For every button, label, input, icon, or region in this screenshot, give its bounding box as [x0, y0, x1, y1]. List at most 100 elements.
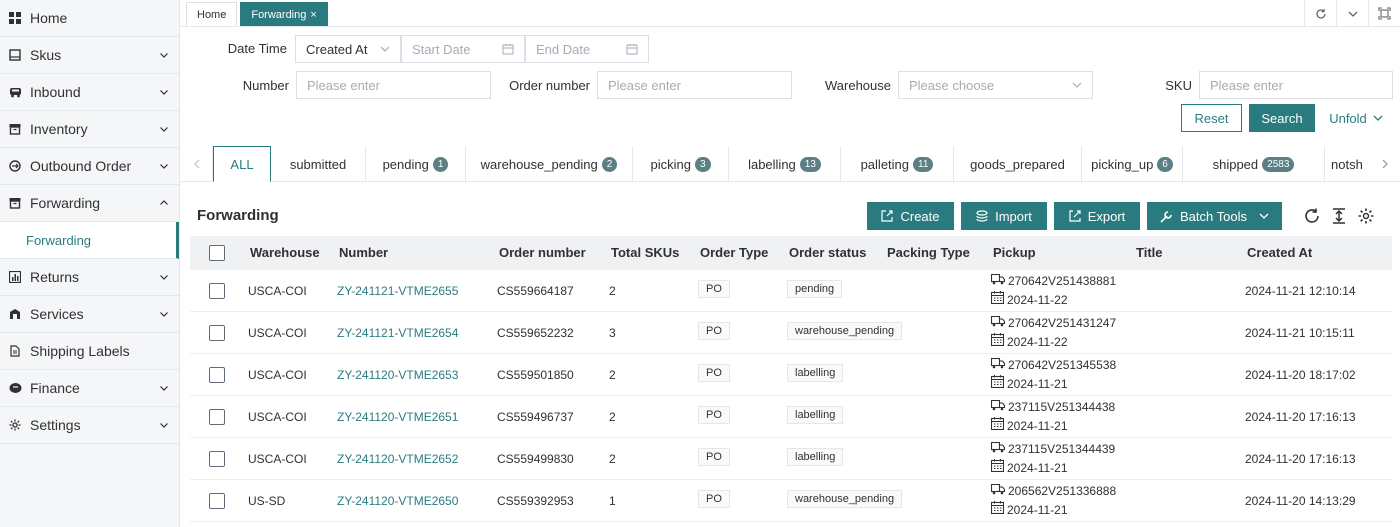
sidebar-item-home[interactable]: Home [0, 0, 179, 37]
sidebar-item-inbound[interactable]: Inbound [0, 74, 179, 111]
status-tab-palleting[interactable]: palleting 11 [841, 146, 954, 182]
tab-home-label: Home [197, 8, 227, 21]
status-badge: labelling [787, 406, 844, 424]
sidebar: Home Skus Inbound Inventory Outbound Order Fo… [0, 0, 180, 527]
status-count-badge: 11 [913, 156, 934, 172]
sidebar-item-returns[interactable]: Returns [0, 259, 179, 296]
order-number-input[interactable]: Please enter [597, 71, 792, 99]
status-tab-pending[interactable]: pending 1 [366, 146, 466, 182]
status-tab-label: picking [650, 156, 691, 172]
export-button[interactable]: Export [1054, 202, 1140, 230]
sidebar-item-finance[interactable]: Finance [0, 370, 179, 407]
warehouse-placeholder: Please choose [909, 77, 995, 93]
table-row[interactable]: USCA-COI ZY-241120-VTME2653 CS559501850 2 PO… [190, 354, 1392, 396]
status-tab-warehouse-pending[interactable]: warehouse_pending 2 [466, 146, 633, 182]
table-row[interactable]: USCA-COI ZY-241121-VTME2654 CS559652232 3 PO… [190, 312, 1392, 354]
number-link[interactable]: ZY-241120-VTME2653 [337, 368, 458, 382]
coins-icon [8, 381, 22, 395]
number-link[interactable]: ZY-241120-VTME2650 [337, 494, 458, 508]
close-icon[interactable]: × [310, 9, 316, 21]
truck-icon [990, 273, 1008, 290]
status-tab-shipped[interactable]: shipped 2583 [1183, 146, 1325, 182]
chevron-right-icon[interactable] [1370, 146, 1400, 182]
number-input[interactable]: Please enter [296, 71, 491, 99]
sidebar-item-label: Forwarding [30, 195, 101, 211]
order-number-cell: CS559496737 [497, 410, 574, 424]
column-header-number: Number [339, 245, 389, 260]
row-checkbox[interactable] [209, 283, 225, 299]
sidebar-item-label: Settings [30, 417, 81, 433]
pickup-date: 2024-11-22 [1007, 292, 1068, 307]
sidebar-item-label: Inventory [30, 121, 88, 137]
row-checkbox[interactable] [209, 493, 225, 509]
status-tab-picking-up[interactable]: picking_up 6 [1082, 146, 1183, 182]
total-skus-cell: 2 [609, 410, 616, 424]
number-link[interactable]: ZY-241120-VTME2652 [337, 452, 458, 466]
created-at-cell: 2024-11-20 17:16:13 [1245, 452, 1356, 466]
sidebar-item-label: Skus [30, 47, 62, 63]
column-height-icon[interactable] [1330, 207, 1348, 225]
order-type-tag: PO [698, 322, 730, 340]
number-link[interactable]: ZY-241121-VTME2655 [337, 284, 458, 298]
sidebar-item-shipping-labels[interactable]: Shipping Labels [0, 333, 179, 370]
status-tab-notsh[interactable]: notsh [1325, 146, 1370, 182]
start-date-input[interactable]: Start Date [401, 35, 525, 63]
sidebar-item-settings[interactable]: Settings [0, 407, 179, 444]
status-tab-ALL[interactable]: ALL [213, 146, 271, 182]
sidebar-item-services[interactable]: Services [0, 296, 179, 333]
sidebar-item-inventory[interactable]: Inventory [0, 111, 179, 148]
unfold-button[interactable]: Unfold [1324, 104, 1388, 132]
status-tab-labelling[interactable]: labelling 13 [729, 146, 841, 182]
date-type-select[interactable]: Created At [295, 35, 401, 63]
refresh-icon[interactable] [1303, 207, 1321, 225]
table-row[interactable]: USCA-COI ZY-241120-VTME2652 CS559499830 2 PO… [190, 438, 1392, 480]
pickup-id: 237115V251344439 [1008, 442, 1116, 456]
table-row[interactable]: USCA-COI ZY-241120-VTME2651 CS559496737 2 PO… [190, 396, 1392, 438]
chevron-down-icon [1259, 213, 1269, 219]
status-tab-label: submitted [289, 156, 347, 172]
import-button[interactable]: Import [961, 202, 1047, 230]
search-button[interactable]: Search [1249, 104, 1315, 132]
table-header: Warehouse Number Order number Total SKUs Ord… [190, 236, 1392, 270]
status-tab-submitted[interactable]: submitted [271, 146, 366, 182]
number-link[interactable]: ZY-241120-VTME2651 [337, 410, 458, 424]
refresh-icon[interactable] [1304, 0, 1336, 27]
sidebar-item-forwarding[interactable]: Forwarding [0, 185, 179, 222]
create-button[interactable]: Create [867, 202, 954, 230]
status-count-badge: 2583 [1262, 156, 1295, 172]
fullscreen-icon[interactable] [1368, 0, 1400, 27]
table-row[interactable]: US-SD ZY-241120-VTME2650 CS559392953 1 PO war… [190, 480, 1392, 522]
row-checkbox[interactable] [209, 409, 225, 425]
select-all-checkbox[interactable] [209, 245, 225, 261]
reset-button[interactable]: Reset [1181, 104, 1242, 132]
pickup-date: 2024-11-22 [1007, 334, 1068, 349]
gear-icon[interactable] [1357, 207, 1375, 225]
export-label: Export [1087, 208, 1126, 224]
row-checkbox[interactable] [209, 325, 225, 341]
table-row[interactable]: USCA-COI ZY-241121-VTME2655 CS559664187 2 PO… [190, 270, 1392, 312]
tab-home[interactable]: Home [186, 2, 238, 26]
chevron-left-icon[interactable] [181, 146, 213, 182]
tab-forwarding[interactable]: Forwarding × [240, 2, 328, 26]
sidebar-subitem-forwarding[interactable]: Forwarding [0, 222, 179, 259]
row-checkbox[interactable] [209, 367, 225, 383]
pickup-id: 206562V251336888 [1008, 484, 1117, 498]
end-date-input[interactable]: End Date [525, 35, 649, 63]
document-icon [8, 344, 22, 358]
status-tab-goods-prepared[interactable]: goods_prepared [954, 146, 1082, 182]
number-link[interactable]: ZY-241121-VTME2654 [337, 326, 458, 340]
sidebar-item-label: Returns [30, 269, 80, 285]
sku-input[interactable]: Please enter [1199, 71, 1393, 99]
order-number-label: Order number [509, 78, 590, 93]
sidebar-item-skus[interactable]: Skus [0, 37, 179, 74]
archive-icon [8, 196, 22, 210]
chevron-down-icon[interactable] [1336, 0, 1368, 27]
column-header-created-at: Created At [1247, 245, 1313, 260]
warehouse-cell: US-SD [248, 494, 286, 508]
sidebar-item-outbound-order[interactable]: Outbound Order [0, 148, 179, 185]
status-tab-picking[interactable]: picking 3 [633, 146, 729, 182]
row-checkbox[interactable] [209, 451, 225, 467]
batch-tools-button[interactable]: Batch Tools [1147, 202, 1282, 230]
warehouse-select[interactable]: Please choose [898, 71, 1093, 99]
warehouse-cell: USCA-COI [248, 368, 307, 382]
